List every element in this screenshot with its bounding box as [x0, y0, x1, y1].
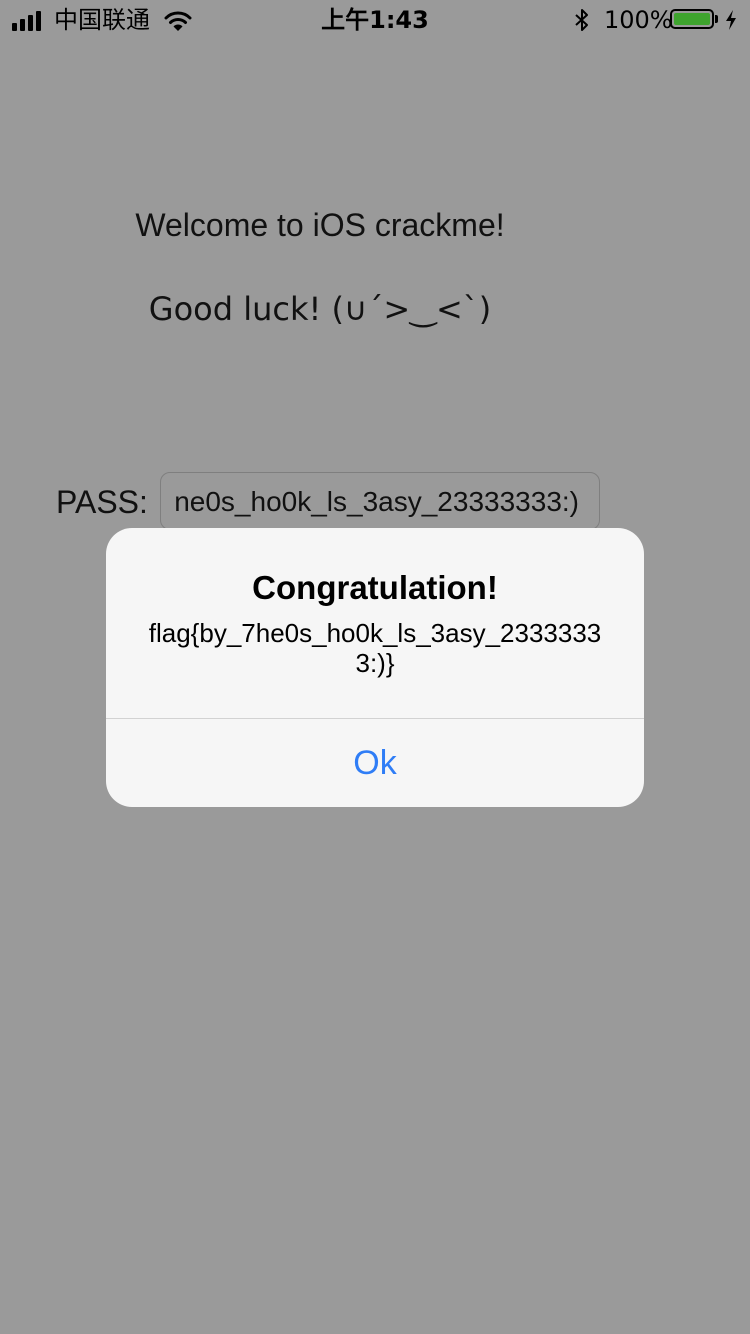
welcome-text: Welcome to iOS crackme! — [135, 207, 505, 243]
pass-label: PASS: — [56, 484, 148, 520]
battery-fill — [674, 13, 710, 25]
battery-cap — [715, 15, 718, 23]
charging-icon — [726, 10, 736, 30]
alert-dialog: Congratulation! flag{by_7he0s_ho0k_ls_3a… — [106, 528, 644, 807]
status-bar: 中国联通 上午1:43 100% — [0, 0, 750, 40]
battery-percent: 100% — [604, 6, 673, 34]
pass-input-value: ne0s_ho0k_ls_3asy_23333333:) — [174, 486, 579, 517]
alert-message: flag{by_7he0s_ho0k_ls_3asy_23333333:)} — [148, 618, 602, 678]
bluetooth-icon — [575, 9, 588, 31]
alert-title: Congratulation! — [252, 569, 498, 606]
good-luck-text: Good luck! (∪´>‿<`) — [148, 290, 492, 328]
pass-input[interactable]: ne0s_ho0k_ls_3asy_23333333:) — [160, 472, 600, 530]
ok-button[interactable]: Ok — [106, 719, 644, 807]
battery-icon — [670, 9, 714, 29]
